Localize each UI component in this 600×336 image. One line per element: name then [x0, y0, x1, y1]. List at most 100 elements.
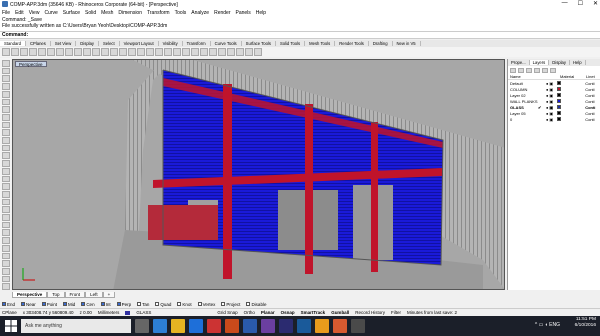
- paste-icon[interactable]: [56, 48, 64, 56]
- new-layer-icon[interactable]: [510, 68, 516, 73]
- select-icon[interactable]: [1, 60, 10, 67]
- layer-color-swatch[interactable]: [557, 99, 562, 103]
- split-icon[interactable]: [1, 237, 10, 244]
- lock-objects-icon[interactable]: [182, 48, 190, 56]
- lock-icon[interactable]: ▣: [549, 105, 553, 110]
- properties-icon[interactable]: [200, 48, 208, 56]
- surface-icon[interactable]: [1, 137, 10, 144]
- tab-help[interactable]: Help: [570, 60, 586, 65]
- close-button[interactable]: ✕: [593, 0, 598, 7]
- layer-color-swatch[interactable]: [557, 105, 562, 109]
- tab-set-view[interactable]: Set View: [51, 41, 77, 46]
- lock-icon[interactable]: ▣: [549, 93, 553, 98]
- pan-icon[interactable]: [74, 48, 82, 56]
- move-icon[interactable]: [1, 183, 10, 190]
- tab-visibility[interactable]: Visibility: [159, 41, 183, 46]
- viewport-tab-perspective[interactable]: Perspective: [12, 291, 48, 298]
- delete-layer-icon[interactable]: [526, 68, 532, 73]
- osnap-point-checkbox[interactable]: Point: [41, 302, 57, 307]
- cut-icon[interactable]: [38, 48, 46, 56]
- menu-mesh[interactable]: Mesh: [101, 10, 113, 16]
- tab-viewport-layout[interactable]: Viewport Layout: [120, 41, 159, 46]
- extrude-icon[interactable]: [1, 144, 10, 152]
- premiere-icon[interactable]: [261, 319, 275, 333]
- analyze-icon[interactable]: [1, 283, 10, 291]
- illustrator-icon[interactable]: [315, 319, 329, 333]
- rhino-taskbar-icon[interactable]: [351, 319, 365, 333]
- lock-icon[interactable]: ▣: [549, 117, 553, 122]
- arc-icon[interactable]: [1, 98, 10, 106]
- osnap-icon[interactable]: [209, 48, 217, 56]
- menu-edit[interactable]: Edit: [15, 10, 24, 16]
- rendered-display-icon[interactable]: [227, 48, 235, 56]
- copy-object-icon[interactable]: [1, 190, 10, 198]
- menu-file[interactable]: File: [2, 10, 10, 16]
- undo-icon[interactable]: [65, 48, 73, 56]
- open-file-icon[interactable]: [11, 48, 19, 56]
- add-viewport-tab-button[interactable]: +: [102, 291, 116, 298]
- osnap-vertex-checkbox[interactable]: Vertex: [197, 302, 215, 307]
- new-file-icon[interactable]: [2, 48, 10, 56]
- menu-surface[interactable]: Surface: [63, 10, 80, 16]
- menu-dimension[interactable]: Dimension: [118, 10, 142, 16]
- mesh-icon[interactable]: [1, 175, 10, 183]
- minimize-button[interactable]: —: [562, 0, 568, 7]
- rotate-view-icon[interactable]: [83, 48, 91, 56]
- edge-browser-icon[interactable]: [153, 319, 167, 333]
- circle-icon[interactable]: [1, 90, 10, 98]
- chrome-icon[interactable]: [333, 319, 347, 333]
- new-sublayer-icon[interactable]: [518, 68, 524, 73]
- osnap-end-checkbox[interactable]: End: [2, 302, 15, 307]
- word-icon[interactable]: [243, 319, 257, 333]
- dimension-icon[interactable]: [1, 267, 10, 275]
- move-up-icon[interactable]: [534, 68, 540, 73]
- tab-mesh-tools[interactable]: Mesh Tools: [305, 41, 336, 46]
- tab-drafting[interactable]: Drafting: [369, 41, 393, 46]
- tab-surface-tools[interactable]: Surface Tools: [242, 41, 276, 46]
- taskbar-search-box[interactable]: Ask me anything: [21, 319, 131, 333]
- osnap-mid-checkbox[interactable]: Mid: [63, 302, 75, 307]
- perspective-viewport[interactable]: Perspective: [12, 59, 505, 290]
- photoshop-icon[interactable]: [297, 319, 311, 333]
- osnap-quad-checkbox[interactable]: Quad: [155, 302, 171, 307]
- tab-solid-tools[interactable]: Solid Tools: [276, 41, 306, 46]
- show-objects-icon[interactable]: [173, 48, 181, 56]
- fillet-curve-icon[interactable]: [1, 121, 10, 129]
- polygon-icon[interactable]: [1, 113, 10, 121]
- scale-icon[interactable]: [1, 206, 10, 214]
- tab-standard[interactable]: Standard: [0, 41, 26, 46]
- osnap-disable-checkbox[interactable]: Disable: [246, 302, 266, 307]
- lightroom-icon[interactable]: [279, 319, 293, 333]
- options-icon[interactable]: [254, 48, 262, 56]
- viewport-tab-left[interactable]: Left: [85, 291, 103, 298]
- smarttrack-toggle[interactable]: SmartTrack: [301, 310, 326, 315]
- tab-render-tools[interactable]: Render Tools: [335, 41, 369, 46]
- osnap-near-checkbox[interactable]: Near: [21, 302, 36, 307]
- explode-icon[interactable]: [1, 252, 10, 260]
- layer-color-swatch[interactable]: [557, 93, 562, 97]
- rotate-icon[interactable]: [1, 198, 10, 206]
- units[interactable]: Millimeters: [98, 310, 120, 315]
- lightbulb-icon[interactable]: ●: [546, 99, 548, 104]
- text-icon[interactable]: [1, 275, 10, 283]
- viewport-tab-front[interactable]: Front: [64, 291, 86, 298]
- hide-objects-icon[interactable]: [164, 48, 172, 56]
- lock-icon[interactable]: ▣: [549, 87, 553, 92]
- save-file-icon[interactable]: [20, 48, 28, 56]
- windows-start-icon[interactable]: [4, 319, 18, 333]
- layer-color-swatch[interactable]: [557, 87, 562, 91]
- move-down-icon[interactable]: [542, 68, 548, 73]
- rectangle-icon[interactable]: [1, 106, 10, 113]
- menu-render[interactable]: Render: [214, 10, 230, 16]
- osnap-tan-checkbox[interactable]: Tan: [137, 302, 149, 307]
- layer-icon[interactable]: [191, 48, 199, 56]
- zoom-window-icon[interactable]: [101, 48, 109, 56]
- gumball-toggle[interactable]: Gumball: [331, 310, 349, 315]
- lightbulb-icon[interactable]: ●: [546, 111, 548, 116]
- cplane-icon[interactable]: [146, 48, 154, 56]
- osnap-cen-checkbox[interactable]: Cen: [81, 302, 95, 307]
- offset-icon[interactable]: [1, 129, 10, 137]
- material-icon[interactable]: [245, 48, 253, 56]
- curve-icon[interactable]: [1, 83, 10, 90]
- point-icon[interactable]: [1, 67, 10, 75]
